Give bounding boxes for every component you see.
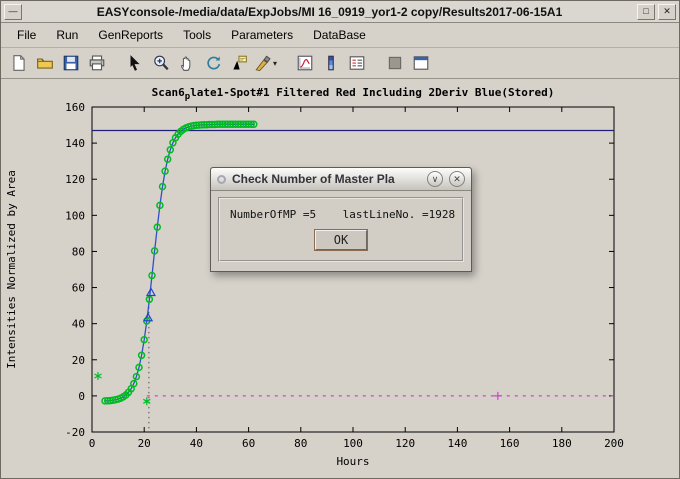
brush-button[interactable]: ▾ — [252, 51, 279, 76]
dialog-titlebar[interactable]: Check Number of Master Pla ∨ ✕ — [211, 168, 471, 191]
svg-text:40: 40 — [190, 437, 203, 450]
menu-database[interactable]: DataBase — [303, 24, 376, 46]
x-axis-label: Hours — [336, 455, 369, 468]
toolbar-separator — [370, 48, 381, 78]
dialog-body: NumberOfMP =5 lastLineNo. =1928 OK — [211, 191, 471, 271]
arrow-cursor-icon — [126, 54, 144, 72]
menubar: File Run GenReports Tools Parameters Dat… — [1, 23, 679, 48]
menu-parameters[interactable]: Parameters — [221, 24, 303, 46]
print-button[interactable] — [84, 51, 109, 76]
menu-file[interactable]: File — [7, 24, 46, 46]
copy-figure-icon — [296, 54, 314, 72]
stop-button[interactable] — [382, 51, 407, 76]
figure-area: Scan6plate1-Spot#1 Filtered Red Includin… — [1, 79, 679, 478]
stop-icon — [386, 54, 404, 72]
open-folder-button[interactable] — [32, 51, 57, 76]
colorbar-icon — [322, 54, 340, 72]
dialog-icon — [217, 175, 226, 184]
svg-text:160: 160 — [500, 437, 520, 450]
new-document-icon — [10, 54, 28, 72]
zoom-in-button[interactable] — [148, 51, 173, 76]
close-icon[interactable]: ✕ — [658, 4, 676, 20]
brush-icon — [254, 54, 272, 72]
svg-text:0: 0 — [78, 390, 85, 403]
svg-text:140: 140 — [65, 137, 85, 150]
menu-genreports[interactable]: GenReports — [88, 24, 173, 46]
colorbar-button[interactable] — [318, 51, 343, 76]
menu-run[interactable]: Run — [46, 24, 88, 46]
svg-text:180: 180 — [552, 437, 572, 450]
open-folder-icon — [36, 54, 54, 72]
copy-figure-button[interactable] — [292, 51, 317, 76]
svg-text:200: 200 — [604, 437, 624, 450]
svg-text:140: 140 — [447, 437, 467, 450]
svg-text:120: 120 — [65, 173, 85, 186]
svg-text:40: 40 — [72, 318, 85, 331]
titlebar: — EASYconsole-/media/data/ExpJobs/MI 16_… — [1, 1, 679, 23]
dialog-close-icon[interactable]: ✕ — [449, 171, 465, 187]
dialog-message: NumberOfMP =5 lastLineNo. =1928 — [230, 208, 452, 221]
svg-text:0: 0 — [89, 437, 96, 450]
app-window: — EASYconsole-/media/data/ExpJobs/MI 16_… — [0, 0, 680, 479]
rotate-button[interactable] — [200, 51, 225, 76]
dialog-message-panel: NumberOfMP =5 lastLineNo. =1928 OK — [218, 197, 464, 262]
figure-window-button[interactable] — [408, 51, 433, 76]
print-icon — [88, 54, 106, 72]
svg-text:20: 20 — [72, 354, 85, 367]
svg-text:20: 20 — [138, 437, 151, 450]
toolbar: ▾ — [1, 48, 679, 79]
zoom-in-icon — [152, 54, 170, 72]
data-cursor-icon — [230, 54, 248, 72]
svg-text:120: 120 — [395, 437, 415, 450]
legend-button[interactable] — [344, 51, 369, 76]
check-number-dialog: Check Number of Master Pla ∨ ✕ NumberOfM… — [210, 167, 472, 272]
save-button[interactable] — [58, 51, 83, 76]
svg-text:100: 100 — [65, 209, 85, 222]
svg-text:-20: -20 — [65, 426, 85, 439]
svg-text:80: 80 — [294, 437, 307, 450]
legend-icon — [348, 54, 366, 72]
toolbar-separator — [110, 48, 121, 78]
svg-text:60: 60 — [72, 282, 85, 295]
new-document-button[interactable] — [6, 51, 31, 76]
arrow-cursor-button[interactable] — [122, 51, 147, 76]
svg-text:60: 60 — [242, 437, 255, 450]
maximize-icon[interactable]: □ — [637, 4, 655, 20]
pan-hand-icon — [178, 54, 196, 72]
dialog-collapse-icon[interactable]: ∨ — [427, 171, 443, 187]
window-title: EASYconsole-/media/data/ExpJobs/MI 16_09… — [25, 5, 634, 19]
svg-text:100: 100 — [343, 437, 363, 450]
svg-text:80: 80 — [72, 245, 85, 258]
menu-tools[interactable]: Tools — [173, 24, 221, 46]
chart-title: Scan6plate1-Spot#1 Filtered Red Includin… — [152, 86, 555, 102]
figure-window-icon — [412, 54, 430, 72]
data-cursor-button[interactable] — [226, 51, 251, 76]
dialog-title: Check Number of Master Pla — [232, 172, 421, 186]
window-menu-icon[interactable]: — — [4, 4, 22, 20]
brush-dropdown-caret[interactable]: ▾ — [273, 59, 277, 68]
chart[interactable]: Scan6plate1-Spot#1 Filtered Red Includin… — [1, 79, 679, 478]
svg-text:160: 160 — [65, 101, 85, 114]
y-axis-label: Intensities Normalized by Area — [5, 170, 18, 369]
save-icon — [62, 54, 80, 72]
toolbar-separator — [280, 48, 291, 78]
series-baseline-plus-marker — [494, 392, 502, 400]
ok-button[interactable]: OK — [315, 230, 367, 250]
rotate-icon — [204, 54, 222, 72]
pan-hand-button[interactable] — [174, 51, 199, 76]
